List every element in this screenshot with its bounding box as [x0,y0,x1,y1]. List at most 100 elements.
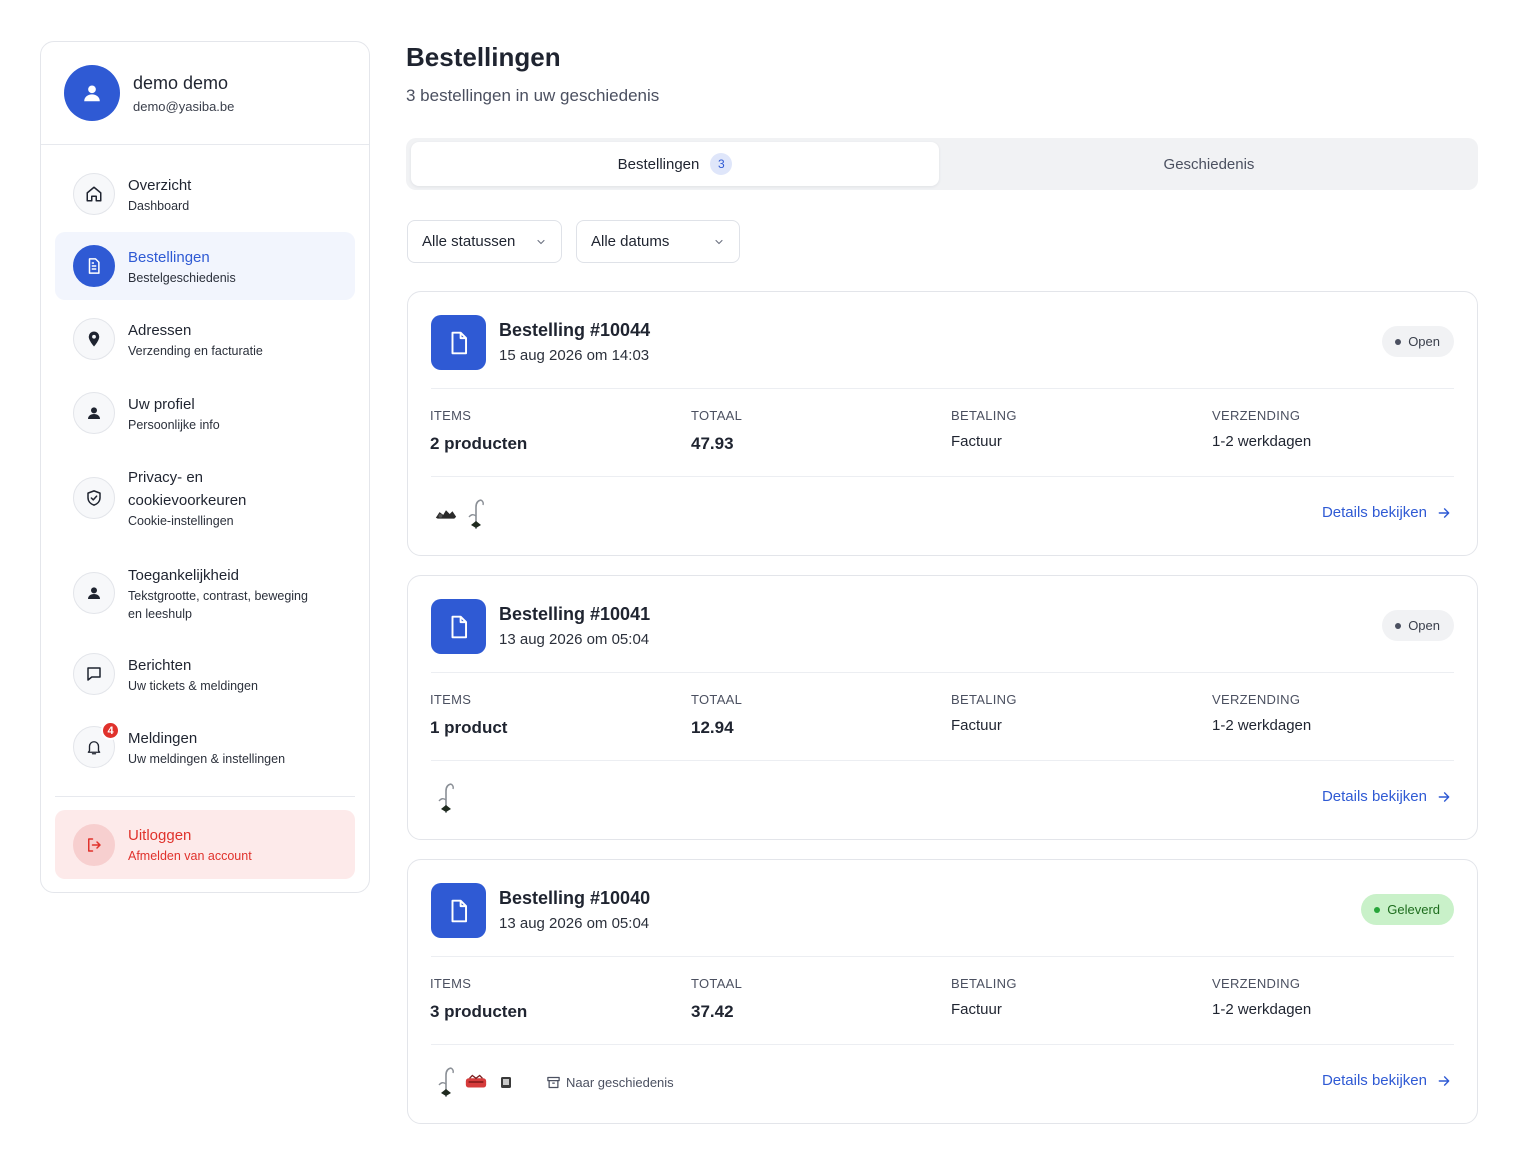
view-details-link[interactable]: Details bekijken [1322,788,1451,805]
order-card: Bestelling #10041 13 aug 2026 om 05:04 O… [407,575,1478,840]
sidebar-item-adressen[interactable]: Adressen Verzending en facturatie [55,307,355,371]
status-badge: Open [1382,610,1454,641]
items-value: 3 producten [430,1002,528,1021]
sidebar-item-subtitle: Uw tickets & meldingen [128,678,258,693]
user-name: demo demo [133,72,229,93]
shipping-column: VERZENDING 1-2 werkdagen [1212,408,1311,450]
total-value: 12.94 [691,718,734,737]
order-card: Bestelling #10044 15 aug 2026 om 14:03 O… [407,291,1478,556]
sidebar-item-profiel[interactable]: Uw profiel Persoonlijke info [55,381,355,445]
notification-count-badge: 4 [101,721,120,740]
sidebar-item-title: Meldingen [128,729,198,747]
status-label: Geleverd [1387,902,1440,917]
shipping-label: VERZENDING [1212,408,1301,423]
items-column: ITEMS 3 producten [430,976,527,1022]
sidebar-item-berichten[interactable]: Berichten Uw tickets & meldingen [55,642,355,706]
total-column: TOTAAL 47.93 [691,408,742,454]
payment-column: BETALING Factuur [951,976,1017,1018]
order-date: 13 aug 2026 om 05:04 [499,631,650,648]
accessibility-person-icon [73,572,115,614]
sidebar-item-title: Uw profiel [128,395,195,413]
total-column: TOTAAL 12.94 [691,692,742,738]
divider [431,388,1454,389]
sidebar-item-subtitle: Uw meldingen & instellingen [128,751,286,766]
sidebar-item-meldingen[interactable]: 4 Meldingen Uw meldingen & instellingen [55,715,355,779]
status-badge: Open [1382,326,1454,357]
date-filter-select[interactable]: Alle datums [576,220,740,263]
sidebar-item-toegankelijkheid[interactable]: Toegankelijkheid Tekstgrootte, contrast,… [55,557,355,629]
sidebar-item-overzicht[interactable]: Overzicht Dashboard [55,162,355,226]
product-thumbnail [434,781,458,815]
product-thumbnail [434,497,458,531]
payment-value: Factuur [951,717,1002,734]
payment-label: BETALING [951,976,1017,991]
shipping-value: 1-2 werkdagen [1212,1001,1312,1018]
page-title: Bestellingen [406,42,561,72]
sidebar-item-title: Bestellingen [128,248,210,266]
tab-count-badge: 3 [710,153,733,175]
shipping-column: VERZENDING 1-2 werkdagen [1212,976,1311,1018]
total-value: 37.42 [691,1002,734,1021]
sidebar-item-privacy[interactable]: Privacy- en cookievoorkeuren Cookie-inst… [55,462,355,534]
payment-value: Factuur [951,1001,1002,1018]
sidebar-item-subtitle: Dashboard [128,198,190,213]
document-icon [431,599,486,654]
logout-icon [73,823,115,866]
status-label: Open [1408,618,1440,633]
shield-icon [73,477,115,519]
sidebar-item-title-line2: cookievoorkeuren [128,492,247,509]
view-details-label: Details bekijken [1321,788,1427,805]
status-dot [1395,622,1402,629]
tab-geschiedenis[interactable]: Geschiedenis [945,142,1473,186]
view-details-link[interactable]: Details bekijken [1322,504,1451,521]
sidebar-item-title: Adressen [128,321,192,339]
status-dot [1395,338,1402,345]
divider [431,672,1454,673]
tab-label: Bestellingen [617,155,700,173]
order-date: 13 aug 2026 om 05:04 [499,915,650,932]
product-thumbnails [434,781,458,815]
total-value: 47.93 [691,434,734,453]
date-filter-value: Alle datums [591,233,670,250]
shipping-value: 1-2 werkdagen [1212,717,1312,734]
sidebar-item-subtitle: Persoonlijke info [128,417,220,432]
arrow-right-icon [1438,1075,1450,1086]
user-header: demo demo demo@yasiba.be [41,42,369,145]
payment-label: BETALING [951,408,1017,423]
archive-to-history-link[interactable]: Naar geschiedenis [546,1075,674,1090]
sidebar-item-title: Berichten [128,656,192,674]
payment-label: BETALING [951,692,1017,707]
tab-bestellingen[interactable]: Bestellingen 3 [411,142,939,186]
product-thumbnail [434,1065,458,1099]
document-icon [73,245,115,287]
account-sidebar: demo demo demo@yasiba.be Overzicht Dashb… [40,41,370,893]
divider [431,956,1454,957]
logout-button[interactable]: Uitloggen Afmelden van account [55,810,355,879]
sidebar-item-bestellingen[interactable]: Bestellingen Bestelgeschiedenis [55,232,355,300]
items-column: ITEMS 2 producten [430,408,527,454]
total-column: TOTAAL 37.42 [691,976,742,1022]
tab-label: Geschiedenis [1163,155,1255,173]
items-label: ITEMS [430,408,472,423]
logout-subtitle: Afmelden van account [128,849,252,863]
view-details-link[interactable]: Details bekijken [1322,1072,1451,1089]
order-title: Bestelling #10041 [499,604,651,624]
product-thumbnail [464,497,488,531]
status-filter-select[interactable]: Alle statussen [407,220,562,263]
payment-column: BETALING Factuur [951,692,1017,734]
items-column: ITEMS 1 product [430,692,507,738]
payment-column: BETALING Factuur [951,408,1017,450]
logout-title: Uitloggen [128,827,192,844]
total-label: TOTAAL [691,976,743,991]
items-value: 2 producten [430,434,528,453]
divider [431,1044,1454,1045]
document-icon [431,315,486,370]
status-filter-value: Alle statussen [422,233,516,250]
status-badge: Geleverd [1361,894,1454,925]
items-value: 1 product [430,718,508,737]
view-details-label: Details bekijken [1321,1072,1427,1089]
status-label: Open [1408,334,1440,349]
shipping-label: VERZENDING [1212,692,1301,707]
chevron-down-icon [537,239,545,245]
shipping-value: 1-2 werkdagen [1212,433,1312,450]
